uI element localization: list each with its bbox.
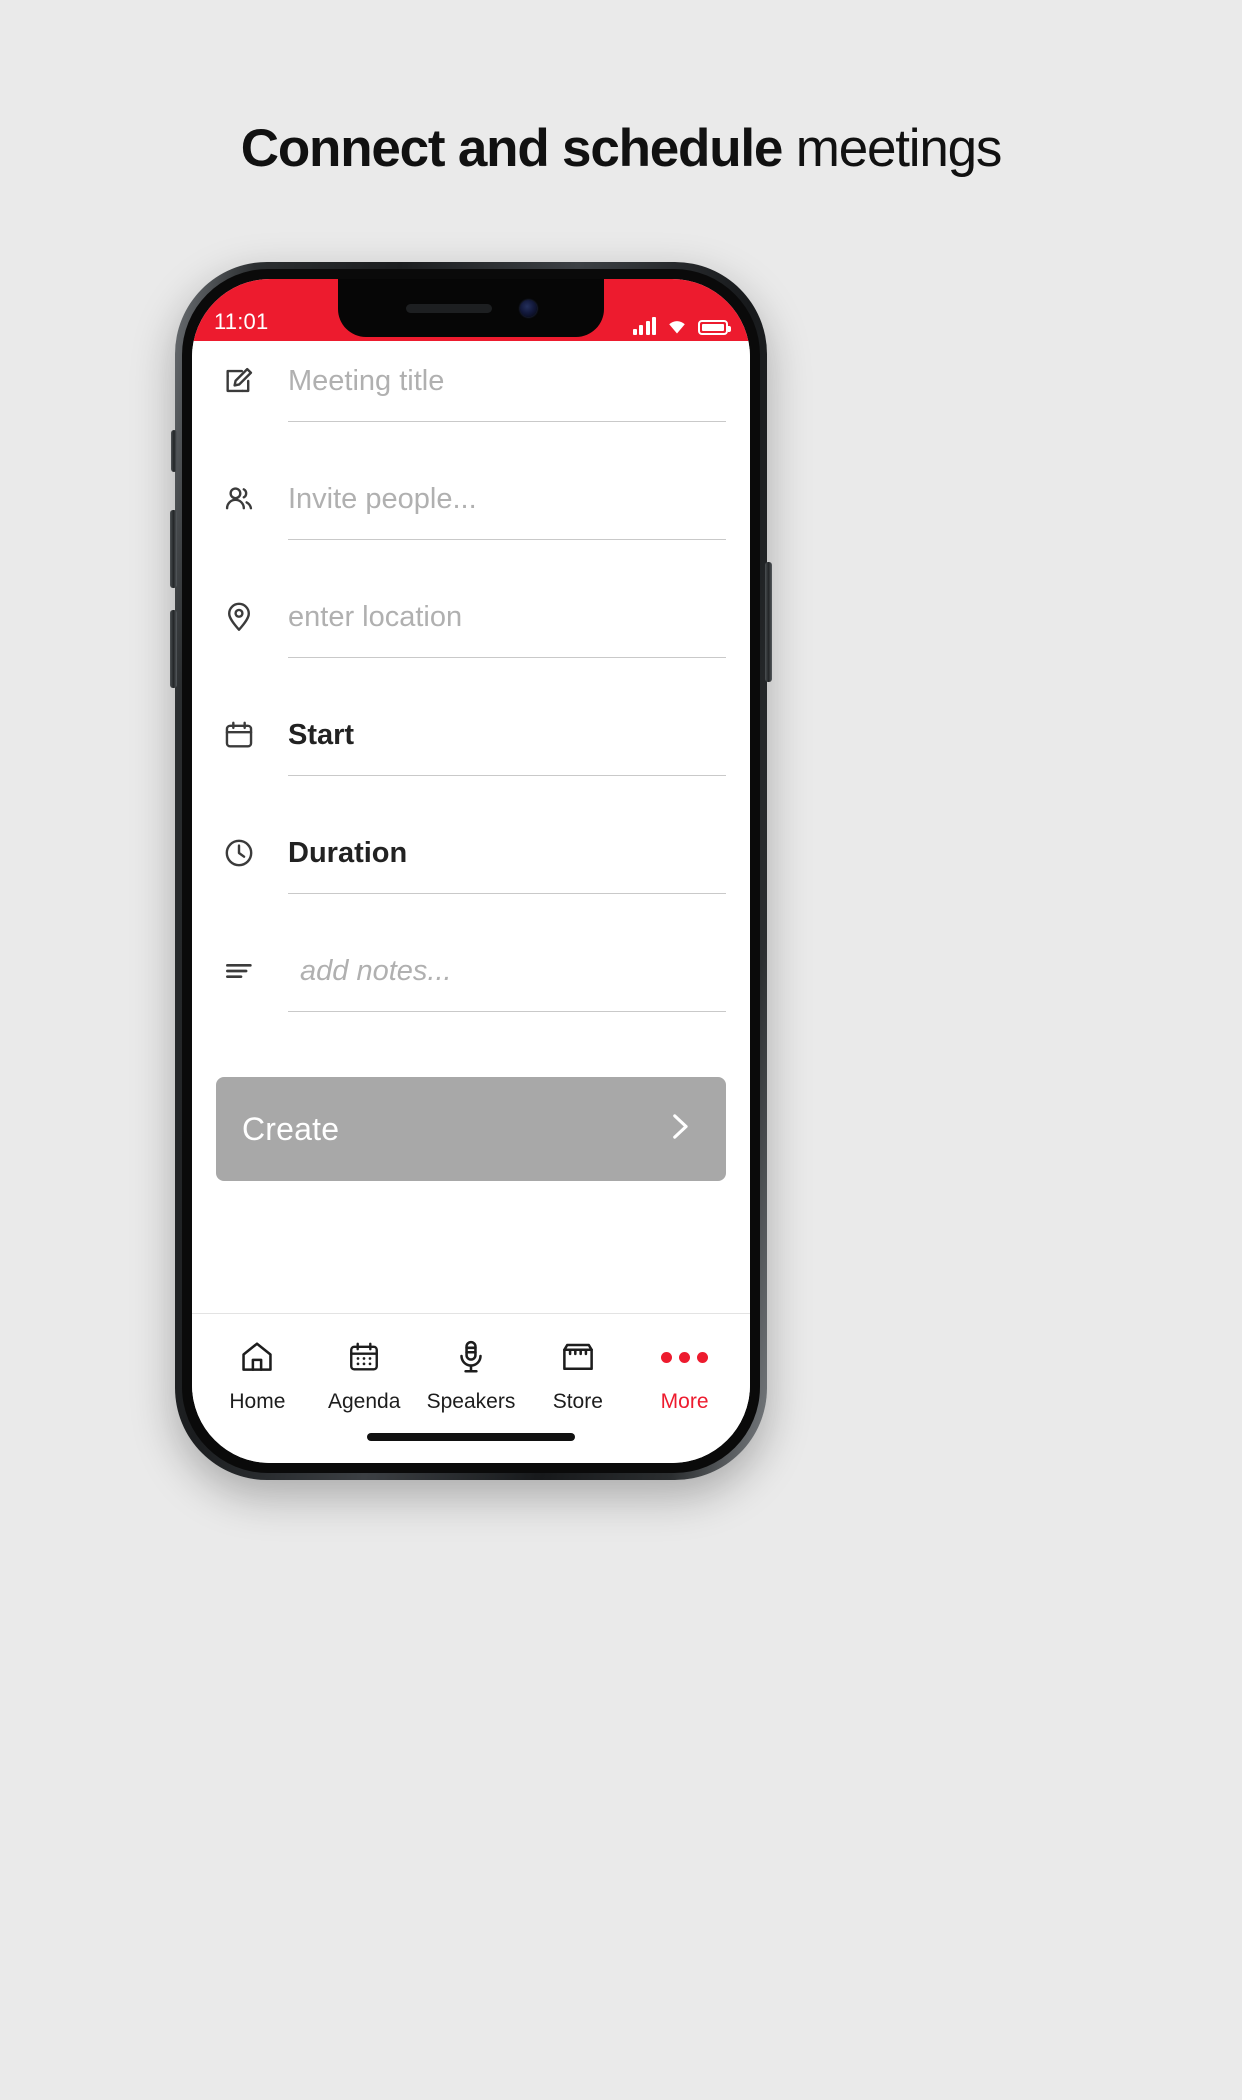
- battery-full-icon: [698, 320, 731, 335]
- field-underline: [288, 539, 726, 540]
- notes-placeholder: add notes...: [300, 954, 452, 987]
- nav-label-home: Home: [229, 1390, 286, 1413]
- wifi-icon: [666, 318, 688, 335]
- calendar-icon: [216, 695, 288, 775]
- duration-field[interactable]: Duration: [288, 813, 726, 931]
- duration-label: Duration: [288, 836, 408, 869]
- create-button[interactable]: Create: [216, 1077, 726, 1181]
- calendar-icon: [346, 1336, 382, 1378]
- speaker-grille-icon: [405, 303, 492, 313]
- volume-up-button[interactable]: [170, 510, 177, 588]
- field-underline: [288, 775, 726, 776]
- form-row-start[interactable]: Start: [216, 695, 726, 813]
- location-pin-icon: [216, 577, 288, 657]
- people-icon: [216, 459, 288, 539]
- status-icons: [632, 317, 731, 335]
- page-title-light: meetings: [782, 119, 1003, 178]
- field-underline: [288, 657, 726, 658]
- nav-item-agenda[interactable]: Agenda: [311, 1336, 418, 1414]
- form-row-duration[interactable]: Duration: [216, 813, 726, 931]
- invite-people-placeholder: Invite people...: [288, 482, 477, 515]
- nav-label-agenda: Agenda: [327, 1390, 401, 1413]
- phone-screen: 11:01 Meeting title Invite people... ent…: [192, 279, 750, 1463]
- nav-item-more[interactable]: More: [631, 1336, 738, 1414]
- mute-switch[interactable]: [171, 430, 177, 472]
- page-root: Connect and schedule meetings 11:01 Meet…: [0, 0, 1242, 2100]
- create-button-wrapper: Create: [192, 1049, 750, 1181]
- page-title: Connect and schedule meetings: [0, 118, 1242, 179]
- microphone-icon: [452, 1336, 490, 1378]
- location-field[interactable]: enter location: [288, 577, 726, 695]
- clock-icon: [216, 813, 288, 893]
- chevron-right-icon: [662, 1110, 696, 1149]
- field-underline: [288, 893, 726, 894]
- edit-square-icon: [216, 341, 288, 421]
- app-content: Meeting title Invite people... enter loc…: [192, 341, 750, 1463]
- invite-people-field[interactable]: Invite people...: [288, 459, 726, 577]
- nav-item-speakers[interactable]: Speakers: [418, 1336, 525, 1414]
- home-indicator[interactable]: [367, 1433, 575, 1441]
- nav-item-home[interactable]: Home: [204, 1336, 311, 1414]
- form-row-notes[interactable]: add notes...: [216, 931, 726, 1049]
- phone-mockup: 11:01 Meeting title Invite people... ent…: [170, 262, 772, 1480]
- field-underline: [288, 421, 726, 422]
- page-title-bold: Connect and schedule: [240, 119, 784, 178]
- home-icon: [238, 1336, 276, 1378]
- start-label: Start: [288, 718, 355, 751]
- volume-down-button[interactable]: [170, 610, 177, 688]
- notch: [338, 279, 604, 337]
- phone-bezel: 11:01 Meeting title Invite people... ent…: [182, 269, 760, 1473]
- create-button-label: Create: [242, 1110, 340, 1147]
- notes-field[interactable]: add notes...: [288, 931, 726, 1049]
- nav-item-store[interactable]: Store: [524, 1336, 631, 1414]
- form-row-invite-people[interactable]: Invite people...: [216, 459, 726, 577]
- nav-label-store: Store: [552, 1390, 603, 1413]
- notes-lines-icon: [216, 931, 288, 1011]
- field-underline: [288, 1011, 726, 1012]
- nav-label-more: More: [660, 1390, 709, 1413]
- store-icon: [559, 1336, 597, 1378]
- signal-bars-icon: [632, 317, 656, 335]
- form-row-location[interactable]: enter location: [216, 577, 726, 695]
- location-placeholder: enter location: [288, 600, 463, 633]
- status-time: 11:01: [214, 309, 269, 334]
- meeting-form: Meeting title Invite people... enter loc…: [192, 341, 750, 1049]
- form-row-meeting-title[interactable]: Meeting title: [216, 341, 726, 459]
- power-button[interactable]: [765, 562, 772, 682]
- nav-label-speakers: Speakers: [426, 1390, 516, 1413]
- meeting-title-field[interactable]: Meeting title: [288, 341, 726, 459]
- more-dots-icon: [661, 1336, 709, 1378]
- start-field[interactable]: Start: [288, 695, 726, 813]
- meeting-title-placeholder: Meeting title: [288, 364, 445, 397]
- front-camera-icon: [519, 299, 537, 317]
